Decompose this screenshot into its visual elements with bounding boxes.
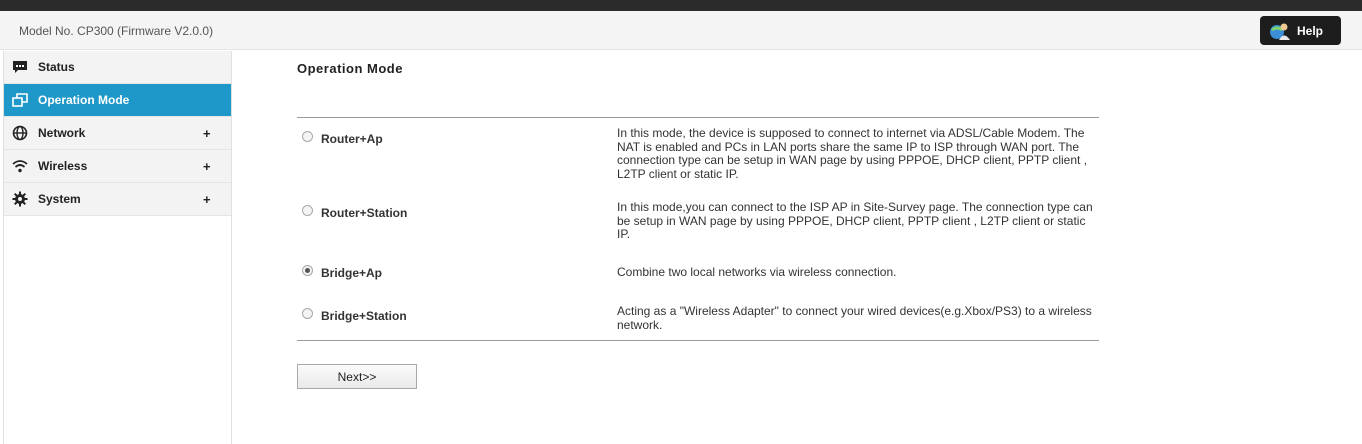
sidebar-item-label: System xyxy=(38,192,81,206)
sidebar-item-label: Operation Mode xyxy=(38,93,130,107)
option-label: Router+Station xyxy=(321,206,408,220)
page-title: Operation Mode xyxy=(297,61,403,76)
help-button[interactable]: Help xyxy=(1260,16,1341,45)
option-description: Acting as a "Wireless Adapter" to connec… xyxy=(617,304,1092,332)
router-station-radio[interactable] xyxy=(302,205,313,216)
gear-icon xyxy=(11,191,29,207)
sidebar-item-label: Network xyxy=(38,126,86,140)
sidebar-item-label: Status xyxy=(38,60,75,74)
help-person-icon xyxy=(1269,21,1291,41)
top-bar xyxy=(0,0,1362,11)
next-button[interactable]: Next>> xyxy=(297,364,417,389)
option-label: Bridge+Ap xyxy=(321,266,383,280)
model-info: Model No. CP300 (Firmware V2.0.0) xyxy=(19,24,214,38)
sidebar-item-operation-mode[interactable]: Operation Mode xyxy=(4,84,231,117)
globe-icon xyxy=(11,125,29,141)
wifi-icon xyxy=(11,158,29,174)
sidebar-item-status[interactable]: Status xyxy=(4,51,231,84)
router-ap-radio[interactable] xyxy=(302,131,313,142)
top-divider xyxy=(297,117,1099,118)
option-description: Combine two local networks via wireless … xyxy=(617,265,897,279)
sidebar-item-network[interactable]: Network + xyxy=(4,117,231,150)
sidebar-item-label: Wireless xyxy=(38,159,88,173)
windows-icon xyxy=(11,92,29,108)
expand-plus-icon[interactable]: + xyxy=(203,126,211,141)
sidebar-item-system[interactable]: System + xyxy=(4,183,231,216)
sidebar-item-wireless[interactable]: Wireless + xyxy=(4,150,231,183)
help-label: Help xyxy=(1297,23,1324,38)
bridge-station-radio[interactable] xyxy=(302,308,313,319)
option-label: Bridge+Station xyxy=(321,309,407,323)
option-description: In this mode,you can connect to the ISP … xyxy=(617,200,1093,241)
option-label: Router+Ap xyxy=(321,132,383,146)
chat-bubble-icon xyxy=(11,59,29,75)
bottom-divider xyxy=(297,340,1099,341)
sidebar: Status Operation Mode Network + Wireless… xyxy=(3,51,232,444)
option-description: In this mode, the device is supposed to … xyxy=(617,126,1088,181)
header: Model No. CP300 (Firmware V2.0.0) Help xyxy=(0,11,1362,50)
bridge-ap-radio[interactable] xyxy=(302,265,313,276)
expand-plus-icon[interactable]: + xyxy=(203,159,211,174)
expand-plus-icon[interactable]: + xyxy=(203,192,211,207)
